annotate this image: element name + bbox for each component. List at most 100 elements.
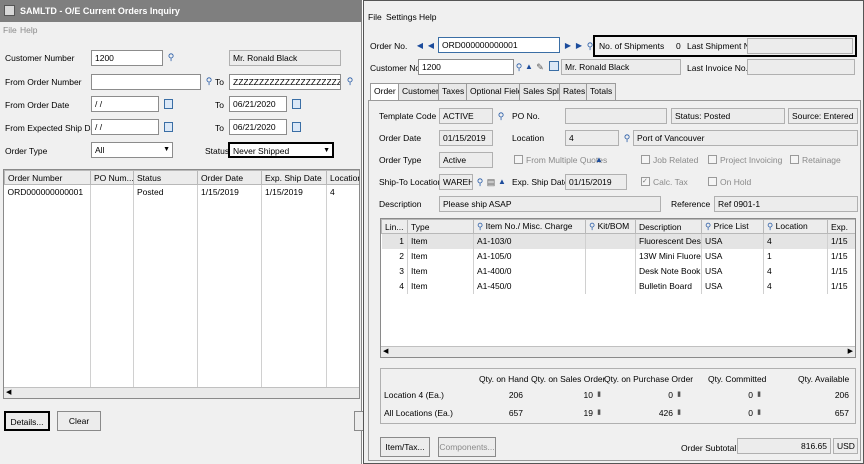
col-kit-bom[interactable]: ⚲ Kit/BOM (585, 219, 636, 234)
scroll-right-icon[interactable]: ▶ (848, 347, 853, 355)
first-record-icon[interactable]: ◀ (415, 41, 425, 51)
search-icon[interactable]: ⚲ (514, 62, 524, 72)
horizontal-scrollbar[interactable]: ◀ (4, 387, 359, 398)
calc-tax-checkbox[interactable]: ✓ (641, 177, 650, 186)
to-exp-ship-input[interactable]: 06/21/2020 (229, 119, 287, 135)
col-location[interactable]: Location (326, 170, 359, 185)
table-row[interactable]: 3 Item A1-400/0 Desk Note Book USA 4 1/1… (381, 263, 855, 279)
order-type-input[interactable]: Active (439, 152, 493, 168)
tab-rates[interactable]: Rates (559, 83, 590, 100)
menu-help[interactable]: Help (20, 23, 37, 37)
from-order-number-input[interactable] (91, 74, 201, 90)
order-type-label: Order Type (5, 146, 48, 156)
to-order-date-input[interactable]: 06/21/2020 (229, 96, 287, 112)
col-order-date[interactable]: Order Date (197, 170, 262, 185)
previous-record-icon[interactable]: ◀ (426, 41, 436, 51)
col-exp-ship-date[interactable]: Exp. Ship Date (261, 170, 327, 185)
menu-settings[interactable]: Settings (386, 10, 417, 24)
drilldown-icon[interactable]: ▮ (674, 408, 684, 418)
table-row[interactable]: ORD000000000001 Posted 1/15/2019 1/15/20… (4, 184, 359, 200)
drilldown-icon[interactable]: ▮ (594, 390, 604, 400)
search-icon[interactable]: ⚲ (496, 111, 506, 121)
col-po-number[interactable]: PO Num... (90, 170, 134, 185)
col-line[interactable]: Lin... (381, 219, 408, 234)
col-order-number[interactable]: Order Number (4, 170, 91, 185)
search-icon[interactable]: ⚲ (204, 76, 214, 86)
description-input[interactable]: Please ship ASAP (439, 196, 661, 212)
drilldown-icon[interactable]: ▮ (594, 408, 604, 418)
drilldown-icon[interactable]: ▮ (754, 408, 764, 418)
next-record-icon[interactable]: ▶ (563, 41, 573, 51)
tab-customer[interactable]: Customer (398, 83, 443, 100)
drilldown-icon[interactable]: ▮ (754, 390, 764, 400)
quotes-up-icon[interactable]: ▲ (594, 155, 604, 165)
project-invoicing-checkbox[interactable] (708, 155, 717, 164)
to-label: To (215, 77, 224, 87)
retainage-checkbox[interactable] (790, 155, 799, 164)
ship-to-up-icon[interactable]: ▲ (497, 177, 507, 187)
table-row[interactable]: 2 Item A1-105/0 13W Mini Fluore... USA 1… (381, 248, 855, 264)
item-tax-button[interactable]: Item/Tax... (380, 437, 430, 457)
scroll-left-icon[interactable]: ◀ (6, 388, 11, 396)
tab-totals[interactable]: Totals (586, 83, 617, 100)
col-price-list[interactable]: ⚲ Price List (701, 219, 764, 234)
to-order-number-input[interactable]: ZZZZZZZZZZZZZZZZZZZZZZ (229, 74, 341, 90)
calendar-icon[interactable] (164, 122, 173, 132)
order-date-input[interactable]: 01/15/2019 (439, 130, 493, 146)
customer-up-icon[interactable]: ▲ (524, 62, 534, 72)
order-no-input[interactable]: ORD000000000001 (438, 37, 560, 53)
order-type-label: Order Type (379, 155, 422, 165)
search-icon[interactable]: ⚲ (166, 52, 176, 62)
table-row[interactable]: 4 Item A1-450/0 Bulletin Board USA 4 1/1… (381, 278, 855, 294)
clear-button[interactable]: Clear (57, 411, 101, 431)
from-order-date-input[interactable]: / / (91, 96, 159, 112)
order-type-select[interactable]: All ▼ (91, 142, 173, 158)
table-row[interactable]: 1 Item A1-103/0 Fluorescent Des... USA 4… (381, 233, 855, 249)
col-location[interactable]: ⚲ Location (763, 219, 828, 234)
tab-order[interactable]: Order (370, 83, 400, 101)
details-button[interactable]: Details... (4, 411, 50, 431)
menu-help[interactable]: Help (419, 10, 436, 24)
from-exp-ship-input[interactable]: / / (91, 119, 159, 135)
search-icon[interactable]: ⚲ (622, 133, 632, 143)
search-icon[interactable]: ⚲ (475, 177, 485, 187)
col-location-label: Location (775, 221, 808, 231)
cell-item-no: A1-103/0 (473, 233, 586, 249)
col-description[interactable]: Description (635, 219, 702, 234)
components-button[interactable]: Components... (438, 437, 496, 457)
chevron-down-icon[interactable]: ▼ (323, 144, 330, 156)
col-status[interactable]: Status (133, 170, 198, 185)
calendar-icon[interactable] (164, 99, 173, 109)
scroll-left-icon[interactable]: ◀ (383, 347, 388, 355)
ship-to-doc-icon[interactable]: ▤ (486, 177, 496, 187)
location-input[interactable]: 4 (565, 130, 619, 146)
calendar-icon[interactable] (292, 99, 301, 109)
reference-input[interactable]: Ref 0901-1 (714, 196, 858, 212)
cell-exp-ship-date: 1/15/2019 (261, 184, 327, 200)
job-related-checkbox[interactable] (641, 155, 650, 164)
drilldown-icon[interactable]: ▮ (674, 390, 684, 400)
status-select[interactable]: Never Shipped ▼ (228, 142, 334, 158)
col-exp[interactable]: Exp. (827, 219, 855, 234)
horizontal-scrollbar[interactable]: ◀ ▶ (381, 346, 855, 357)
calendar-icon[interactable] (292, 122, 301, 132)
template-code-input[interactable]: ACTIVE (439, 108, 493, 124)
last-record-icon[interactable]: ▶ (574, 41, 584, 51)
customer-no-input[interactable]: 1200 (418, 59, 514, 75)
customer-card-icon[interactable] (549, 61, 559, 71)
qty-on-sales-order-value: 10 (583, 390, 593, 400)
exp-ship-input[interactable]: 01/15/2019 (565, 174, 627, 190)
tab-taxes[interactable]: Taxes (438, 83, 469, 100)
search-icon[interactable]: ⚲ (345, 76, 355, 86)
menu-file[interactable]: File (368, 10, 382, 24)
chevron-down-icon[interactable]: ▼ (163, 143, 170, 157)
customer-number-input[interactable]: 1200 (91, 50, 163, 66)
menu-file[interactable]: File (3, 23, 17, 37)
multi-quotes-checkbox[interactable] (514, 155, 523, 164)
po-no-input[interactable] (565, 108, 667, 124)
customer-edit-icon[interactable]: ✎ (535, 62, 545, 72)
on-hold-checkbox[interactable] (708, 177, 717, 186)
col-type[interactable]: Type (407, 219, 474, 234)
ship-to-input[interactable]: WAREHS (439, 174, 473, 190)
col-item-no[interactable]: ⚲ Item No./ Misc. Charge (473, 219, 586, 234)
